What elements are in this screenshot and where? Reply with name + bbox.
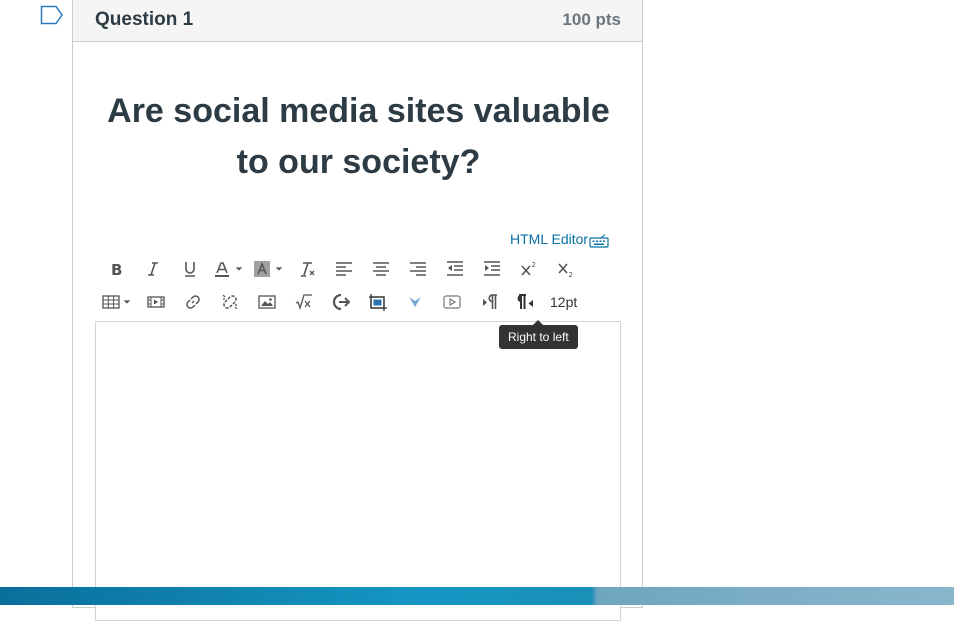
italic-button[interactable] [134,256,171,282]
clear-formatting-icon [300,262,314,277]
left-to-right-icon [482,294,497,309]
upload-image-button[interactable] [359,289,396,315]
svg-text:B: B [111,261,122,278]
indent-icon [483,261,500,276]
indent-button[interactable] [473,256,510,282]
embed-button[interactable] [322,289,359,315]
chevron-down-icon [275,267,282,271]
html-editor-label: HTML Editor [510,231,589,247]
font-size-select[interactable]: 12pt [544,289,583,315]
svg-text:2: 2 [531,261,535,269]
embed-icon [332,293,350,311]
subscript-button[interactable]: 2 [547,256,584,282]
image-button[interactable] [248,289,285,315]
record-media-button[interactable] [433,289,470,315]
chevron-down-icon [123,300,131,304]
editor-toolbar-row-1: B 2 2 [97,256,584,282]
align-left-button[interactable] [325,256,362,282]
right-to-left-button[interactable] [507,289,544,315]
background-color-button[interactable] [248,256,288,282]
chevron-down-icon [235,267,242,271]
media-button[interactable] [137,289,174,315]
math-equation-button[interactable] [285,289,322,315]
align-center-button[interactable] [362,256,399,282]
left-to-right-button[interactable] [470,289,507,315]
keyboard-icon[interactable] [589,234,609,248]
record-media-icon [442,295,461,309]
apps-icon [408,297,421,307]
question-name: Question 1 [95,9,194,30]
subscript-icon: 2 [557,263,572,278]
underline-icon [184,262,195,277]
math-equation-icon [295,294,312,311]
text-color-button[interactable] [208,256,248,282]
align-right-button[interactable] [399,256,436,282]
italic-icon [147,262,158,276]
link-button[interactable] [174,289,211,315]
rich-text-editor[interactable] [95,321,621,621]
align-right-icon [409,262,426,276]
superscript-button[interactable]: 2 [510,256,547,282]
svg-text:2: 2 [568,271,572,278]
image-icon [257,295,276,309]
table-button[interactable] [97,289,137,315]
tooltip: Right to left [499,320,578,349]
upload-image-icon [368,294,387,311]
bold-icon: B [111,261,122,278]
html-editor-link[interactable]: HTML Editor [510,231,609,248]
editor-toolbar-row-2: 12pt [97,289,583,315]
bold-button[interactable]: B [97,256,134,282]
align-center-icon [372,262,389,276]
align-left-icon [335,262,352,276]
underline-button[interactable] [171,256,208,282]
question-text: Are social media sites valuable to our s… [107,92,610,181]
question-header: Question 1 100 pts [73,0,642,42]
clear-formatting-button[interactable] [288,256,325,282]
footer-bar [0,587,954,605]
question-points: 100 pts [562,10,621,29]
flag-icon[interactable] [40,5,64,25]
background-color-icon [253,261,270,277]
outdent-button[interactable] [436,256,473,282]
link-icon [185,295,200,309]
superscript-icon: 2 [520,261,535,276]
apps-button[interactable] [396,289,433,315]
unlink-button[interactable] [211,289,248,315]
outdent-icon [446,261,463,276]
table-icon [102,295,120,309]
unlink-icon [222,294,237,310]
question-card: Question 1 100 pts Are social media site… [72,0,643,621]
text-color-icon [214,262,229,277]
media-icon [146,296,165,308]
right-to-left-icon [517,294,533,309]
